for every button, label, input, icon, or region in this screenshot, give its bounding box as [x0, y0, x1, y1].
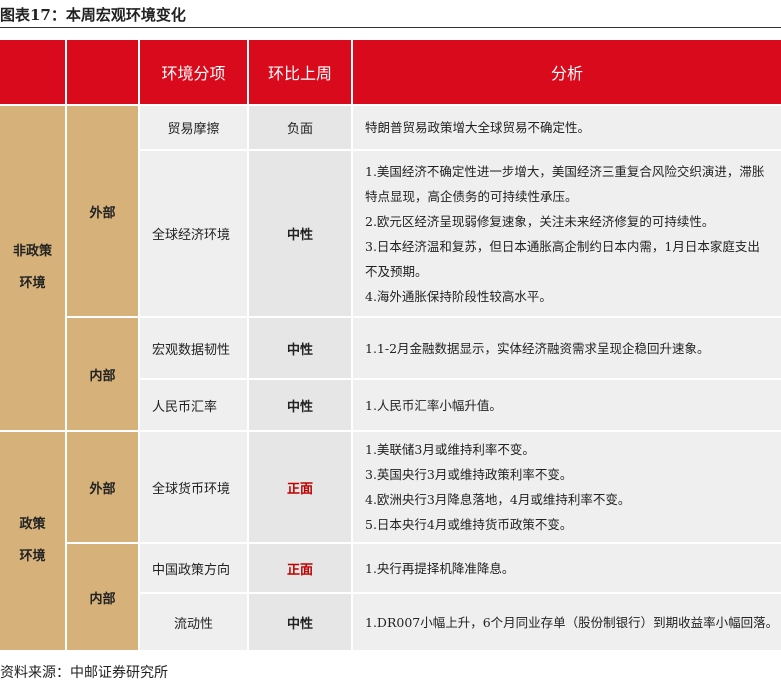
analysis-line: 5.日本央行4月或维持货币政策不变。 — [365, 517, 573, 532]
macro-table: 环境分项 环比上周 分析 非政策 环境 政策 环境 外部 内部 外部 内部 贸易… — [0, 40, 781, 652]
analysis-line: 1.1-2月金融数据显示，实体经济融资需求呈现企稳回升速象。 — [365, 340, 710, 356]
subgroup-external-2: 外部 — [67, 432, 140, 544]
change-trade-friction: 负面 — [249, 106, 353, 151]
group-nonpolicy-line1: 非政策 — [12, 244, 52, 259]
analysis-line: 1.DR007小幅上升，6个月同业存单（股份制银行）到期收益率小幅回落。 — [365, 614, 779, 630]
change-macro-data: 中性 — [249, 318, 353, 380]
header-item: 环境分项 — [140, 40, 249, 106]
analysis-rmb-rate: 1.人民币汇率小幅升值。 — [353, 380, 781, 432]
analysis-line: 3.日本经济温和复苏，但日本通胀高企制约日本内需，1月日本家庭支出 — [365, 238, 760, 254]
change-rmb-rate: 中性 — [249, 380, 353, 432]
analysis-global-monetary: 1.美联储3月或维持利率不变。 3.英国央行3月或维持政策利率不变。 4.欧洲央… — [353, 432, 781, 544]
analysis-line: 特点显现，高企债务的可持续性承压。 — [365, 188, 578, 204]
change-global-economy: 中性 — [249, 151, 353, 318]
subgroup-external-1: 外部 — [67, 106, 140, 318]
change-china-policy: 正面 — [249, 544, 353, 594]
subgroup-external-label: 外部 — [89, 205, 116, 221]
subgroup-internal-1: 内部 — [67, 318, 140, 432]
analysis-line: 2.欧元区经济呈现弱修复速象，关注未来经济修复的可持续性。 — [365, 213, 715, 229]
group-policy: 政策 环境 — [0, 432, 67, 652]
change-liquidity: 中性 — [249, 594, 353, 652]
subgroup-internal-2: 内部 — [67, 544, 140, 652]
item-global-economy: 全球经济环境 — [140, 151, 249, 318]
analysis-trade-friction: 特朗普贸易政策增大全球贸易不确定性。 — [353, 106, 781, 151]
item-rmb-rate: 人民币汇率 — [140, 380, 249, 432]
item-china-policy: 中国政策方向 — [140, 544, 249, 594]
analysis-line: 3.英国央行3月或维持政策利率不变。 — [365, 467, 573, 482]
item-global-monetary: 全球货币环境 — [140, 432, 249, 544]
header-blank-2 — [67, 40, 140, 106]
analysis-global-economy: 1.美国经济不确定性进一步增大，美国经济三重复合风险交织演进，滞胀 特点显现，高… — [353, 151, 781, 318]
analysis-liquidity: 1.DR007小幅上升，6个月同业存单（股份制银行）到期收益率小幅回落。 — [353, 594, 781, 652]
subgroup-internal-label: 内部 — [89, 368, 116, 384]
group-policy-line1: 政策 — [19, 517, 46, 532]
group-nonpolicy-line2: 环境 — [19, 276, 46, 291]
analysis-line: 1.美联储3月或维持利率不变。 — [365, 442, 535, 457]
source-note: 资料来源：中邮证券研究所 — [0, 665, 168, 681]
item-liquidity: 流动性 — [140, 594, 249, 652]
group-nonpolicy: 非政策 环境 — [0, 106, 67, 432]
item-macro-data: 宏观数据韧性 — [140, 318, 249, 380]
header-analysis: 分析 — [353, 40, 781, 106]
analysis-line: 不及预期。 — [365, 263, 428, 279]
subgroup-external-label: 外部 — [89, 481, 116, 497]
header-blank-1 — [0, 40, 67, 106]
analysis-line: 1.人民币汇率小幅升值。 — [365, 397, 502, 413]
analysis-line: 4.海外通胀保持阶段性较高水平。 — [365, 288, 552, 304]
group-policy-line2: 环境 — [19, 549, 46, 564]
analysis-line: 4.欧洲央行3月降息落地，4月或维持利率不变。 — [365, 492, 631, 507]
header-change: 环比上周 — [249, 40, 353, 106]
figure-title: 图表17：本周宏观环境变化 — [0, 0, 781, 28]
analysis-macro-data: 1.1-2月金融数据显示，实体经济融资需求呈现企稳回升速象。 — [353, 318, 781, 380]
change-global-monetary: 正面 — [249, 432, 353, 544]
analysis-line: 1.央行再提择机降准降息。 — [365, 560, 515, 576]
subgroup-internal-label: 内部 — [89, 591, 116, 607]
analysis-line: 特朗普贸易政策增大全球贸易不确定性。 — [365, 120, 591, 135]
analysis-china-policy: 1.央行再提择机降准降息。 — [353, 544, 781, 594]
item-trade-friction: 贸易摩擦 — [140, 106, 249, 151]
analysis-line: 1.美国经济不确定性进一步增大，美国经济三重复合风险交织演进，滞胀 — [365, 163, 765, 179]
